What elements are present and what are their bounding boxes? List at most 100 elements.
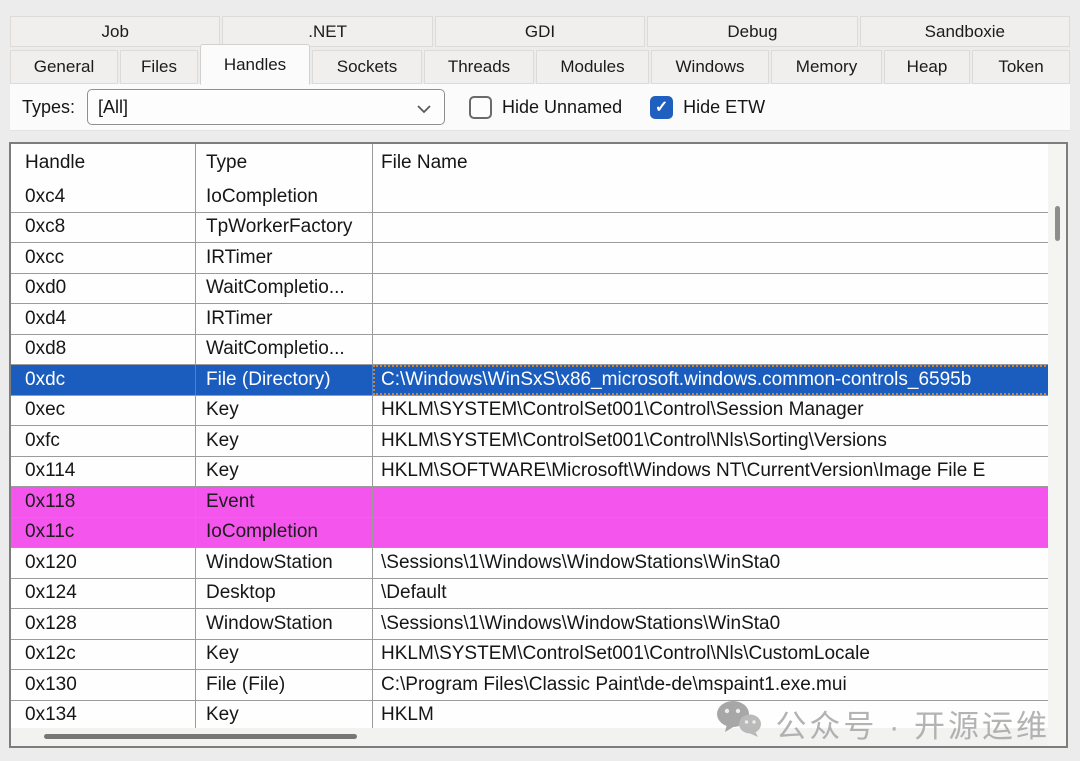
cell-handle[interactable]: 0x12c — [11, 640, 196, 670]
table-row[interactable]: 0x118Event — [11, 487, 1066, 518]
cell-handle[interactable]: 0x120 — [11, 548, 196, 578]
cell-type[interactable]: IoCompletion — [196, 182, 373, 212]
cell-file-name[interactable]: C:\Program Files\Classic Paint\de-de\msp… — [373, 670, 1066, 700]
tab-job[interactable]: Job — [10, 16, 220, 47]
cell-handle[interactable]: 0x128 — [11, 609, 196, 639]
tab-handles[interactable]: Handles — [200, 44, 310, 85]
tab-files[interactable]: Files — [120, 50, 198, 84]
cell-type[interactable]: Key — [196, 640, 373, 670]
table-row[interactable]: 0xd8WaitCompletio... — [11, 335, 1066, 366]
cell-file-name[interactable] — [373, 274, 1066, 304]
cell-type[interactable]: Key — [196, 426, 373, 456]
cell-handle[interactable]: 0x130 — [11, 670, 196, 700]
table-row[interactable]: 0xc4IoCompletion — [11, 182, 1066, 213]
hide-unnamed-checkbox[interactable] — [469, 96, 492, 119]
cell-type[interactable]: File (Directory) — [196, 365, 373, 395]
cell-file-name[interactable]: \Default — [373, 579, 1066, 609]
tab-threads[interactable]: Threads — [424, 50, 534, 84]
cell-handle[interactable]: 0xd4 — [11, 304, 196, 334]
cell-handle[interactable]: 0x118 — [11, 487, 196, 517]
cell-handle[interactable]: 0xc4 — [11, 182, 196, 212]
column-header-handle[interactable]: Handle — [11, 144, 196, 182]
cell-handle[interactable]: 0xfc — [11, 426, 196, 456]
cell-handle[interactable]: 0xc8 — [11, 213, 196, 243]
cell-file-name[interactable] — [373, 304, 1066, 334]
tab-net[interactable]: .NET — [222, 16, 432, 47]
table-row[interactable]: 0xccIRTimer — [11, 243, 1066, 274]
tab-sandboxie[interactable]: Sandboxie — [860, 16, 1070, 47]
cell-file-name[interactable]: \Sessions\1\Windows\WindowStations\WinSt… — [373, 609, 1066, 639]
tab-heap[interactable]: Heap — [884, 50, 970, 84]
table-row[interactable]: 0xecKeyHKLM\SYSTEM\ControlSet001\Control… — [11, 396, 1066, 427]
cell-type[interactable]: TpWorkerFactory — [196, 213, 373, 243]
table-row[interactable]: 0x128WindowStation\Sessions\1\Windows\Wi… — [11, 609, 1066, 640]
table-row[interactable]: 0x120WindowStation\Sessions\1\Windows\Wi… — [11, 548, 1066, 579]
cell-file-name[interactable] — [373, 335, 1066, 365]
cell-file-name[interactable]: HKLM\SYSTEM\ControlSet001\Control\Sessio… — [373, 396, 1066, 426]
cell-type[interactable]: WindowStation — [196, 609, 373, 639]
cell-type[interactable]: IRTimer — [196, 243, 373, 273]
cell-file-name[interactable]: C:\Windows\WinSxS\x86_microsoft.windows.… — [373, 365, 1066, 395]
tab-gdi[interactable]: GDI — [435, 16, 645, 47]
tab-memory[interactable]: Memory — [771, 50, 882, 84]
tab-modules[interactable]: Modules — [536, 50, 649, 84]
table-row[interactable]: 0xfcKeyHKLM\SYSTEM\ControlSet001\Control… — [11, 426, 1066, 457]
cell-handle[interactable]: 0x124 — [11, 579, 196, 609]
cell-handle[interactable]: 0x11c — [11, 518, 196, 548]
tab-general[interactable]: General — [10, 50, 118, 84]
table-row[interactable]: 0x130File (File)C:\Program Files\Classic… — [11, 670, 1066, 701]
cell-file-name[interactable]: HKLM — [373, 701, 1066, 731]
table-row[interactable]: 0xd0WaitCompletio... — [11, 274, 1066, 305]
hide-unnamed-group: Hide Unnamed — [469, 96, 622, 119]
cell-type[interactable]: Desktop — [196, 579, 373, 609]
vertical-scrollbar-thumb[interactable] — [1055, 206, 1060, 241]
tab-debug[interactable]: Debug — [647, 16, 857, 47]
cell-type[interactable]: Key — [196, 457, 373, 487]
cell-type[interactable]: File (File) — [196, 670, 373, 700]
horizontal-scrollbar[interactable] — [11, 728, 1048, 746]
tab-windows[interactable]: Windows — [651, 50, 769, 84]
cell-handle[interactable]: 0xd0 — [11, 274, 196, 304]
vertical-scrollbar[interactable] — [1048, 144, 1066, 746]
column-header-type[interactable]: Type — [196, 144, 373, 182]
hide-unnamed-label: Hide Unnamed — [502, 97, 622, 118]
cell-file-name[interactable] — [373, 182, 1066, 212]
cell-type[interactable]: Event — [196, 487, 373, 517]
cell-handle[interactable]: 0x114 — [11, 457, 196, 487]
cell-type[interactable]: WaitCompletio... — [196, 274, 373, 304]
tab-sockets[interactable]: Sockets — [312, 50, 422, 84]
horizontal-scrollbar-thumb[interactable] — [44, 734, 357, 739]
cell-type[interactable]: WindowStation — [196, 548, 373, 578]
cell-file-name[interactable] — [373, 487, 1066, 517]
cell-file-name[interactable]: HKLM\SYSTEM\ControlSet001\Control\Nls\So… — [373, 426, 1066, 456]
hide-etw-checkbox[interactable]: ✓ — [650, 96, 673, 119]
cell-handle[interactable]: 0xec — [11, 396, 196, 426]
table-row[interactable]: 0xd4IRTimer — [11, 304, 1066, 335]
cell-file-name[interactable]: HKLM\SOFTWARE\Microsoft\Windows NT\Curre… — [373, 457, 1066, 487]
cell-type[interactable]: Key — [196, 396, 373, 426]
cell-handle[interactable]: 0xdc — [11, 365, 196, 395]
table-row[interactable]: 0x114KeyHKLM\SOFTWARE\Microsoft\Windows … — [11, 457, 1066, 488]
table-row[interactable]: 0x134KeyHKLM — [11, 701, 1066, 732]
cell-type[interactable]: Key — [196, 701, 373, 731]
table-row[interactable]: 0xdcFile (Directory)C:\Windows\WinSxS\x8… — [11, 365, 1066, 396]
cell-file-name[interactable]: HKLM\SYSTEM\ControlSet001\Control\Nls\Cu… — [373, 640, 1066, 670]
cell-file-name[interactable] — [373, 518, 1066, 548]
table-row[interactable]: 0xc8TpWorkerFactory — [11, 213, 1066, 244]
cell-handle[interactable]: 0xcc — [11, 243, 196, 273]
tab-token[interactable]: Token — [972, 50, 1070, 84]
cell-handle[interactable]: 0xd8 — [11, 335, 196, 365]
filter-bar: Types: [All] Hide Unnamed ✓ Hide ETW — [10, 84, 1070, 131]
table-row[interactable]: 0x124Desktop\Default — [11, 579, 1066, 610]
table-row[interactable]: 0x12cKeyHKLM\SYSTEM\ControlSet001\Contro… — [11, 640, 1066, 671]
cell-file-name[interactable] — [373, 213, 1066, 243]
cell-type[interactable]: WaitCompletio... — [196, 335, 373, 365]
cell-type[interactable]: IoCompletion — [196, 518, 373, 548]
table-row[interactable]: 0x11cIoCompletion — [11, 518, 1066, 549]
cell-file-name[interactable] — [373, 243, 1066, 273]
cell-handle[interactable]: 0x134 — [11, 701, 196, 731]
cell-type[interactable]: IRTimer — [196, 304, 373, 334]
cell-file-name[interactable]: \Sessions\1\Windows\WindowStations\WinSt… — [373, 548, 1066, 578]
types-combobox[interactable]: [All] — [87, 89, 445, 125]
column-header-file-name[interactable]: File Name — [373, 144, 1066, 182]
